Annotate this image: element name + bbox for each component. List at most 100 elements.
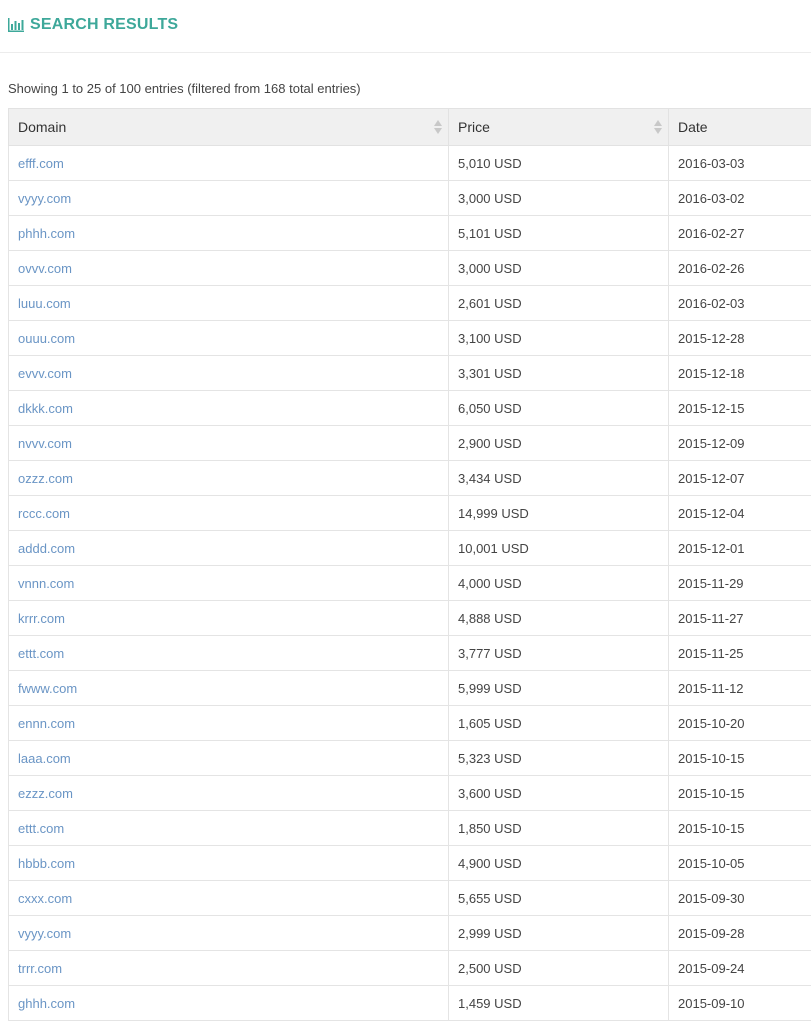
- table-row: ezzz.com 3,600 USD 2015-10-15: [8, 775, 811, 811]
- domain-link[interactable]: ghhh.com: [8, 985, 449, 1021]
- price-cell: 10,001 USD: [448, 530, 669, 566]
- price-cell: 3,100 USD: [448, 320, 669, 356]
- column-header-date[interactable]: Date: [668, 108, 811, 146]
- price-cell: 3,600 USD: [448, 775, 669, 811]
- table-row: laaa.com 5,323 USD 2015-10-15: [8, 740, 811, 776]
- domain-link[interactable]: addd.com: [8, 530, 449, 566]
- date-cell: 2015-09-10: [668, 985, 811, 1021]
- results-table: Domain Price Date efff.com 5,010 USD 2016-…: [8, 108, 811, 1021]
- domain-link[interactable]: ennn.com: [8, 705, 449, 741]
- domain-link[interactable]: cxxx.com: [8, 880, 449, 916]
- domain-link[interactable]: luuu.com: [8, 285, 449, 321]
- price-cell: 4,900 USD: [448, 845, 669, 881]
- table-row: ozzz.com 3,434 USD 2015-12-07: [8, 460, 811, 496]
- sort-icon: [434, 120, 442, 134]
- price-cell: 3,000 USD: [448, 180, 669, 216]
- price-cell: 3,777 USD: [448, 635, 669, 671]
- price-cell: 2,601 USD: [448, 285, 669, 321]
- date-cell: 2015-09-28: [668, 915, 811, 951]
- date-cell: 2015-10-20: [668, 705, 811, 741]
- domain-link[interactable]: ouuu.com: [8, 320, 449, 356]
- date-cell: 2016-03-03: [668, 145, 811, 181]
- price-cell: 3,000 USD: [448, 250, 669, 286]
- price-cell: 5,010 USD: [448, 145, 669, 181]
- domain-link[interactable]: nvvv.com: [8, 425, 449, 461]
- domain-link[interactable]: fwww.com: [8, 670, 449, 706]
- domain-link[interactable]: ettt.com: [8, 810, 449, 846]
- price-cell: 2,999 USD: [448, 915, 669, 951]
- table-row: ettt.com 3,777 USD 2015-11-25: [8, 635, 811, 671]
- price-cell: 5,999 USD: [448, 670, 669, 706]
- table-row: luuu.com 2,601 USD 2016-02-03: [8, 285, 811, 321]
- table-row: ghhh.com 1,459 USD 2015-09-10: [8, 985, 811, 1021]
- domain-link[interactable]: krrr.com: [8, 600, 449, 636]
- domain-link[interactable]: ozzz.com: [8, 460, 449, 496]
- domain-link[interactable]: efff.com: [8, 145, 449, 181]
- domain-link[interactable]: evvv.com: [8, 355, 449, 391]
- table-row: vyyy.com 3,000 USD 2016-03-02: [8, 180, 811, 216]
- column-header-price[interactable]: Price: [448, 108, 669, 146]
- date-cell: 2016-02-03: [668, 285, 811, 321]
- table-row: rccc.com 14,999 USD 2015-12-04: [8, 495, 811, 531]
- table-row: krrr.com 4,888 USD 2015-11-27: [8, 600, 811, 636]
- date-cell: 2015-11-27: [668, 600, 811, 636]
- domain-link[interactable]: phhh.com: [8, 215, 449, 251]
- column-header-label: Price: [458, 119, 490, 135]
- table-info: Showing 1 to 25 of 100 entries (filtered…: [8, 81, 361, 96]
- date-cell: 2015-11-29: [668, 565, 811, 601]
- table-row: efff.com 5,010 USD 2016-03-03: [8, 145, 811, 181]
- sort-icon: [654, 120, 662, 134]
- price-cell: 5,655 USD: [448, 880, 669, 916]
- price-cell: 3,301 USD: [448, 355, 669, 391]
- domain-link[interactable]: ettt.com: [8, 635, 449, 671]
- price-cell: 2,900 USD: [448, 425, 669, 461]
- domain-link[interactable]: laaa.com: [8, 740, 449, 776]
- table-row: dkkk.com 6,050 USD 2015-12-15: [8, 390, 811, 426]
- table-row: phhh.com 5,101 USD 2016-02-27: [8, 215, 811, 251]
- price-cell: 6,050 USD: [448, 390, 669, 426]
- date-cell: 2015-12-15: [668, 390, 811, 426]
- table-row: nvvv.com 2,900 USD 2015-12-09: [8, 425, 811, 461]
- page-title: SEARCH RESULTS: [8, 16, 178, 34]
- table-row: ouuu.com 3,100 USD 2015-12-28: [8, 320, 811, 356]
- price-cell: 14,999 USD: [448, 495, 669, 531]
- price-cell: 2,500 USD: [448, 950, 669, 986]
- date-cell: 2015-09-24: [668, 950, 811, 986]
- date-cell: 2015-12-01: [668, 530, 811, 566]
- table-row: trrr.com 2,500 USD 2015-09-24: [8, 950, 811, 986]
- column-header-label: Domain: [18, 119, 67, 135]
- price-cell: 5,101 USD: [448, 215, 669, 251]
- date-cell: 2015-10-15: [668, 810, 811, 846]
- domain-link[interactable]: trrr.com: [8, 950, 449, 986]
- domain-link[interactable]: dkkk.com: [8, 390, 449, 426]
- price-cell: 1,850 USD: [448, 810, 669, 846]
- page-header: SEARCH RESULTS: [0, 0, 811, 53]
- price-cell: 1,459 USD: [448, 985, 669, 1021]
- date-cell: 2015-12-18: [668, 355, 811, 391]
- date-cell: 2015-11-12: [668, 670, 811, 706]
- page-title-text: SEARCH RESULTS: [30, 16, 179, 33]
- domain-link[interactable]: ezzz.com: [8, 775, 449, 811]
- bar-chart-icon: [8, 18, 24, 32]
- domain-link[interactable]: vyyy.com: [8, 180, 449, 216]
- date-cell: 2015-12-04: [668, 495, 811, 531]
- price-cell: 1,605 USD: [448, 705, 669, 741]
- domain-link[interactable]: hbbb.com: [8, 845, 449, 881]
- price-cell: 3,434 USD: [448, 460, 669, 496]
- table-row: cxxx.com 5,655 USD 2015-09-30: [8, 880, 811, 916]
- domain-link[interactable]: vyyy.com: [8, 915, 449, 951]
- domain-link[interactable]: rccc.com: [8, 495, 449, 531]
- price-cell: 4,888 USD: [448, 600, 669, 636]
- table-row: ettt.com 1,850 USD 2015-10-15: [8, 810, 811, 846]
- domain-link[interactable]: vnnn.com: [8, 565, 449, 601]
- column-header-domain[interactable]: Domain: [8, 108, 449, 146]
- table-header-row: Domain Price Date: [8, 108, 811, 146]
- table-row: ennn.com 1,605 USD 2015-10-20: [8, 705, 811, 741]
- date-cell: 2015-10-15: [668, 740, 811, 776]
- price-cell: 4,000 USD: [448, 565, 669, 601]
- date-cell: 2015-10-05: [668, 845, 811, 881]
- table-row: vnnn.com 4,000 USD 2015-11-29: [8, 565, 811, 601]
- date-cell: 2015-12-09: [668, 425, 811, 461]
- price-cell: 5,323 USD: [448, 740, 669, 776]
- domain-link[interactable]: ovvv.com: [8, 250, 449, 286]
